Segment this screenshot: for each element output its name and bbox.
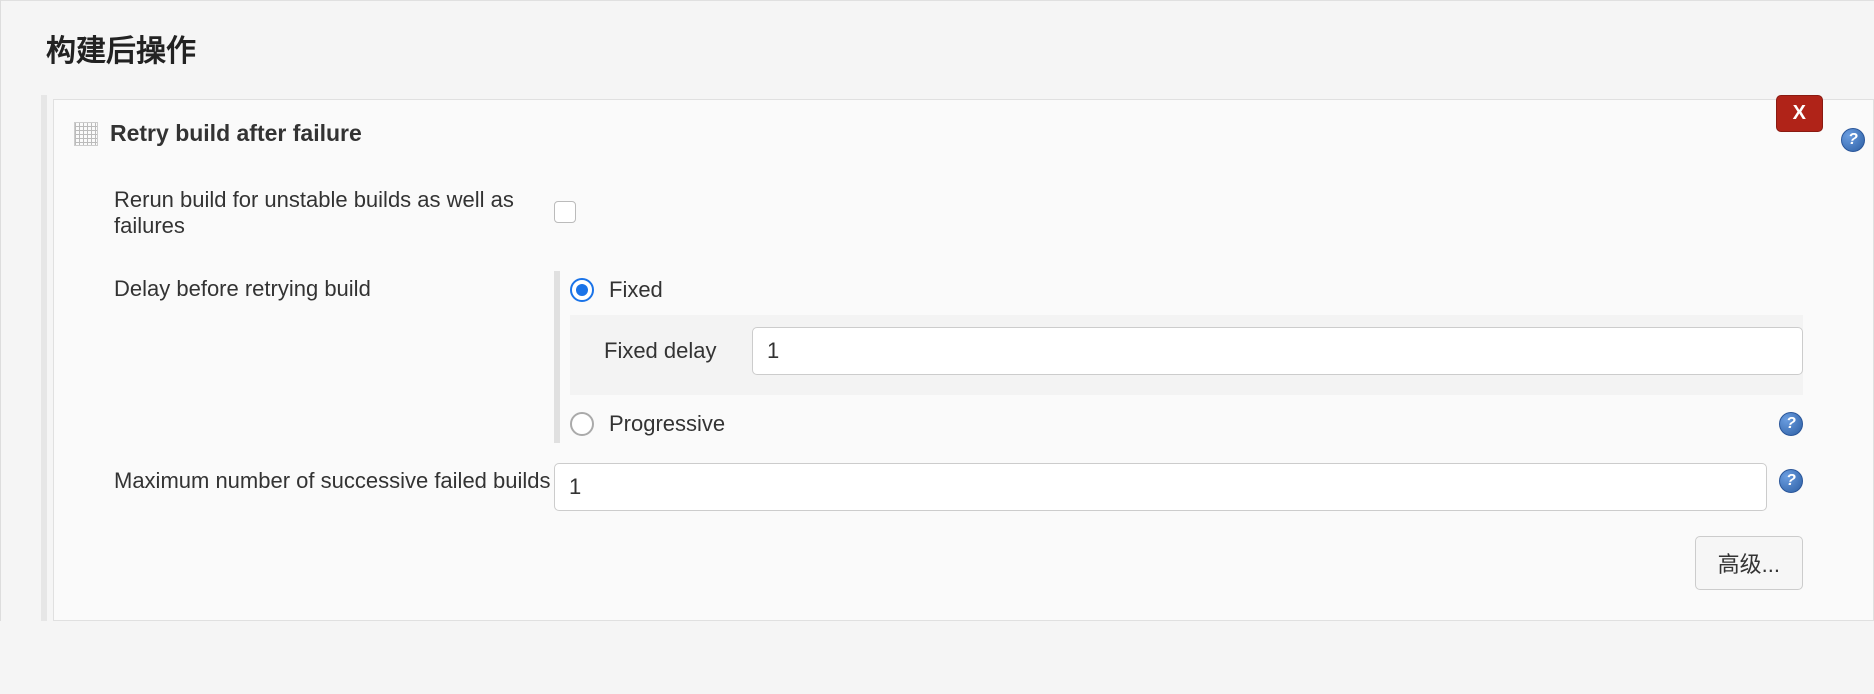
block-header: Retry build after failure <box>74 120 1853 147</box>
help-icon[interactable]: ? <box>1779 412 1803 436</box>
help-icon[interactable]: ? <box>1841 128 1865 152</box>
help-icon[interactable]: ? <box>1779 469 1803 493</box>
max-failed-input[interactable] <box>554 463 1767 511</box>
progressive-radio[interactable] <box>570 412 594 436</box>
advanced-button[interactable]: 高级... <box>1695 536 1803 590</box>
drag-handle-icon[interactable] <box>74 122 98 146</box>
fixed-delay-input[interactable] <box>752 327 1803 375</box>
rerun-unstable-checkbox[interactable] <box>554 201 576 223</box>
fixed-radio-row: Fixed <box>570 271 1803 309</box>
fixed-delay-field: Fixed delay <box>570 315 1803 395</box>
retry-build-block: X ? Retry build after failure Rerun buil… <box>53 99 1874 621</box>
close-button[interactable]: X <box>1776 95 1823 132</box>
fixed-radio[interactable] <box>570 278 594 302</box>
fixed-delay-label: Fixed delay <box>604 338 734 364</box>
rerun-unstable-label: Rerun build for unstable builds as well … <box>74 182 554 239</box>
post-build-actions-section: 构建后操作 X ? Retry build after failure Reru… <box>0 0 1874 621</box>
button-row: 高级... <box>74 521 1853 590</box>
fixed-radio-label: Fixed <box>609 277 663 303</box>
section-title: 构建后操作 <box>1 1 1874 95</box>
delay-radio-group: Fixed Fixed delay Progressive ? <box>554 271 1803 443</box>
max-failed-label: Maximum number of successive failed buil… <box>74 463 554 494</box>
delay-label: Delay before retrying build <box>74 271 554 302</box>
config-block-wrapper: X ? Retry build after failure Rerun buil… <box>41 95 1874 621</box>
progressive-radio-label: Progressive <box>609 411 725 437</box>
max-failed-row: Maximum number of successive failed buil… <box>74 453 1853 521</box>
rerun-unstable-row: Rerun build for unstable builds as well … <box>74 172 1853 261</box>
delay-row: Delay before retrying build Fixed Fixed … <box>74 261 1853 453</box>
block-title: Retry build after failure <box>110 120 362 147</box>
progressive-radio-row: Progressive ? <box>570 405 1803 443</box>
